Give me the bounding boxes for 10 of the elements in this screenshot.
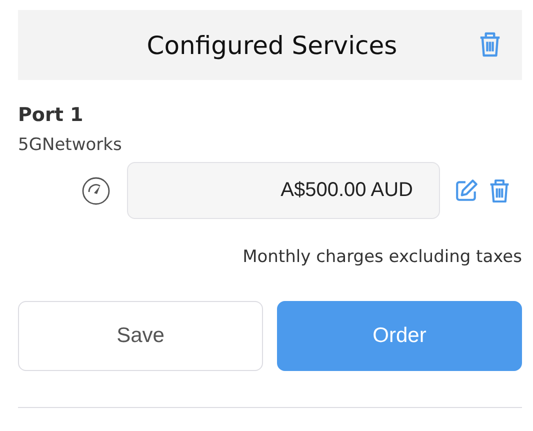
- delete-icon[interactable]: [489, 178, 510, 202]
- provider-name: 5GNetworks: [18, 135, 123, 155]
- speed-gauge-icon: [81, 176, 111, 206]
- delete-icon[interactable]: [479, 32, 501, 57]
- pricing-note: Monthly charges excluding taxes: [242, 247, 522, 267]
- edit-icon[interactable]: [454, 178, 479, 203]
- price-field[interactable]: A$500.00 AUD: [127, 162, 440, 219]
- section-title: Configured Services: [146, 30, 398, 60]
- save-button[interactable]: Save: [18, 301, 263, 371]
- service-name: Port 1: [18, 104, 84, 126]
